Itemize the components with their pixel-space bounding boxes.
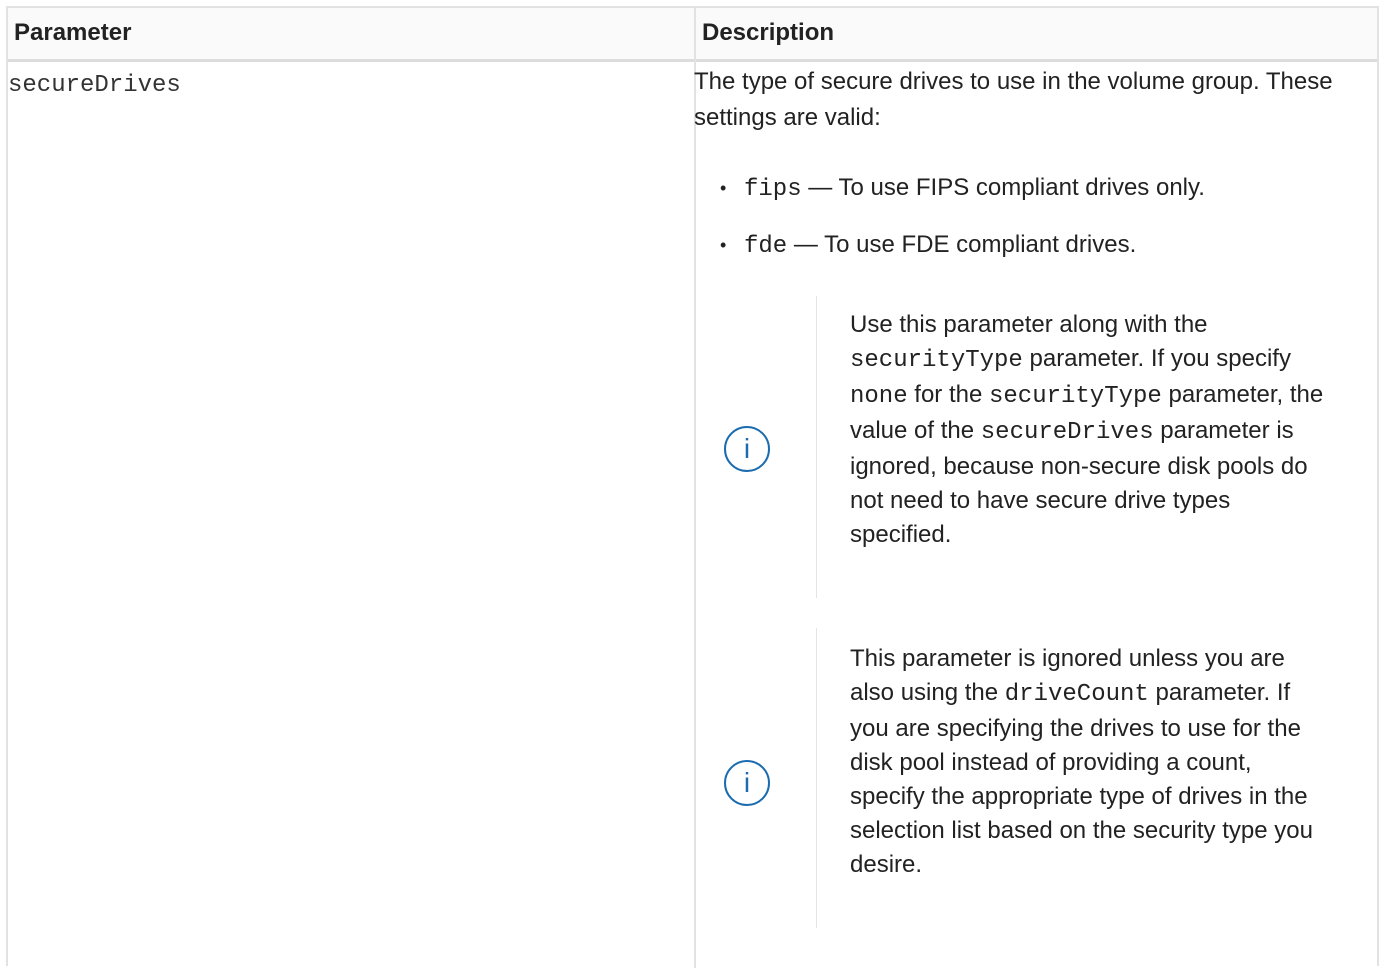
option-text: — To use FIPS compliant drives only. xyxy=(808,174,1205,201)
info-icon: i xyxy=(724,760,770,806)
info-icon: i xyxy=(724,426,770,472)
note-text: Use this parameter along with the securi… xyxy=(850,311,1324,548)
option-code: fde xyxy=(744,233,788,260)
info-note: i Use this parameter along with the secu… xyxy=(712,296,1352,598)
inline-code: securityType xyxy=(850,347,1023,374)
option-code: fips xyxy=(744,176,802,203)
parameter-name: secureDrives xyxy=(8,72,181,99)
table-header-row: Parameter Description xyxy=(8,8,1377,62)
note-divider xyxy=(816,628,817,928)
info-note: i This parameter is ignored unless you a… xyxy=(712,628,1352,928)
description-intro: The type of secure drives to use in the … xyxy=(694,68,1333,131)
note-text: This parameter is ignored unless you are… xyxy=(850,645,1313,878)
inline-code: securityType xyxy=(988,383,1162,410)
bullet-icon: • xyxy=(720,235,727,255)
bullet-icon: • xyxy=(720,178,727,198)
header-description: Description xyxy=(702,19,835,46)
column-divider xyxy=(694,8,696,968)
inline-code: secureDrives xyxy=(980,419,1154,446)
header-parameter: Parameter xyxy=(14,19,132,46)
inline-code: none xyxy=(850,383,908,410)
option-text: — To use FDE compliant drives. xyxy=(793,231,1137,258)
note-divider xyxy=(816,296,817,598)
list-item: • fde — To use FDE compliant drives. xyxy=(720,228,1136,264)
list-item: • fips — To use FIPS compliant drives onl… xyxy=(720,171,1205,207)
inline-code: driveCount xyxy=(1004,681,1149,708)
